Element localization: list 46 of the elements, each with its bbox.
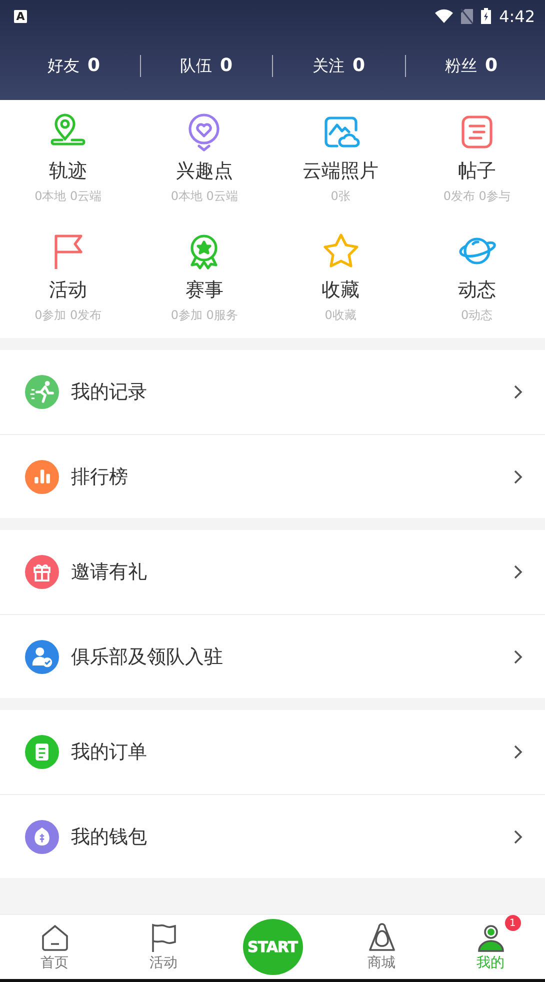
feature-title[interactable]: 赛事 bbox=[185, 277, 224, 303]
stat-label: 队伍 bbox=[180, 56, 212, 77]
stat-label: 好友 bbox=[47, 56, 80, 77]
chevron-icon bbox=[513, 744, 523, 760]
menu-item[interactable]: 我的订单 bbox=[71, 739, 513, 765]
menu-item[interactable]: 邀请有礼 bbox=[71, 559, 513, 585]
clock-time: 4:42 bbox=[499, 6, 535, 26]
chevron-icon bbox=[513, 648, 523, 664]
battery-icon bbox=[481, 8, 492, 24]
menu-item[interactable]: 俱乐部及领队入驻 bbox=[71, 644, 513, 670]
chevron-icon bbox=[513, 828, 523, 844]
stat-value: 0 bbox=[352, 55, 366, 76]
menu-item[interactable]: 排行榜 bbox=[71, 464, 513, 490]
feature-title[interactable]: 活动 bbox=[49, 277, 88, 303]
feature-title[interactable]: 收藏 bbox=[322, 277, 360, 303]
feature-count: 0动态 bbox=[461, 307, 493, 324]
feature-count: 0本地 0云端 bbox=[34, 188, 102, 205]
feature-title[interactable]: 轨迹 bbox=[49, 158, 88, 184]
menu-item[interactable]: 我的记录 bbox=[71, 379, 513, 405]
notification-badge: 1 bbox=[504, 915, 520, 931]
notification-icon: A bbox=[14, 10, 27, 22]
feature-count: 0张 bbox=[330, 188, 350, 205]
tab[interactable]: 商城 bbox=[327, 915, 436, 979]
stat-value: 0 bbox=[87, 55, 100, 76]
tab[interactable]: 活动 bbox=[109, 915, 218, 979]
feature-title[interactable]: 动态 bbox=[458, 277, 496, 303]
stat-value: 0 bbox=[220, 55, 233, 76]
menu-item[interactable]: 我的钱包 bbox=[71, 824, 513, 850]
chevron-icon bbox=[513, 564, 523, 580]
chevron-icon bbox=[513, 468, 523, 484]
tab[interactable]: 我的 1 bbox=[436, 915, 545, 979]
feature-count: 0参加 0服务 bbox=[170, 307, 238, 324]
feature-title[interactable]: 云端照片 bbox=[302, 158, 379, 184]
tab[interactable]: 首页 bbox=[0, 915, 109, 979]
feature-title[interactable]: 帖子 bbox=[458, 158, 496, 184]
stat-label: 关注 bbox=[312, 56, 344, 77]
feature-count: 0收藏 bbox=[324, 307, 356, 324]
feature-count: 0参加 0发布 bbox=[34, 307, 102, 324]
stat-value: 0 bbox=[484, 55, 498, 76]
chevron-icon bbox=[513, 384, 523, 400]
no-sim-icon bbox=[461, 8, 474, 24]
feature-title[interactable]: 兴趣点 bbox=[176, 158, 233, 184]
stat-label: 粉丝 bbox=[444, 56, 477, 77]
feature-count: 0发布 0参与 bbox=[443, 188, 510, 205]
wifi-icon bbox=[435, 9, 454, 23]
feature-count: 0本地 0云端 bbox=[170, 188, 238, 205]
